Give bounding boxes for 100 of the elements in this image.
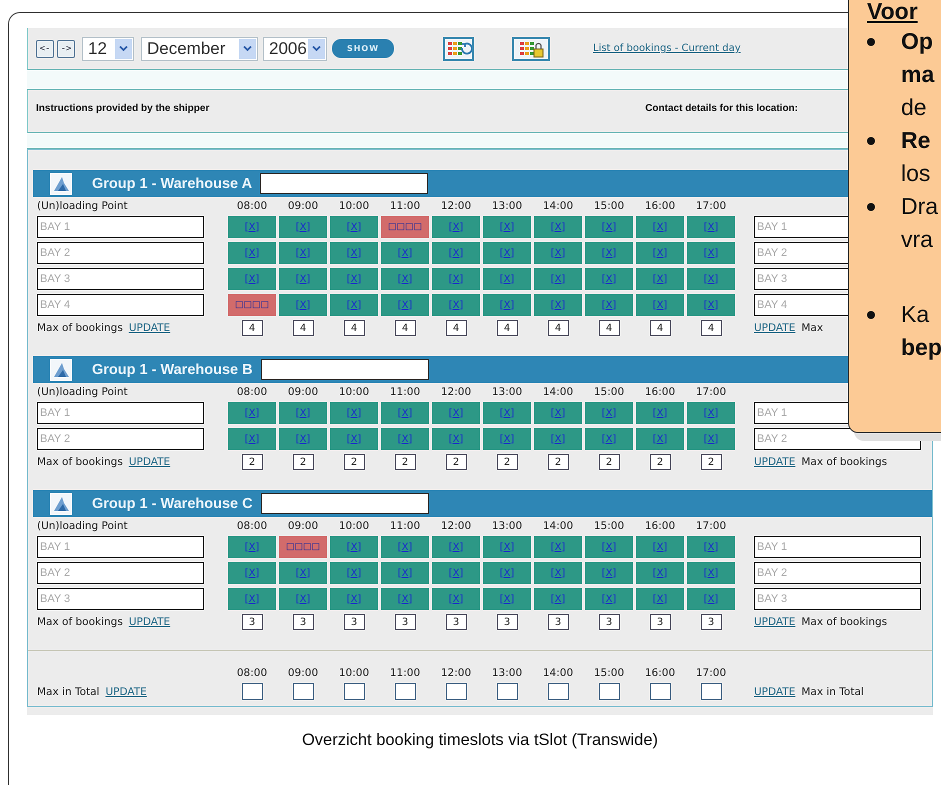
timeslot-cell[interactable]: [X] [534, 588, 582, 610]
max-bookings-field[interactable]: 4 [446, 320, 466, 336]
max-total-field[interactable] [650, 683, 670, 700]
group-name-field[interactable] [260, 173, 428, 194]
booked-slot[interactable]: □□□□ [381, 216, 429, 238]
timeslot-cell[interactable]: [X] [330, 536, 378, 558]
max-bookings-field[interactable]: 2 [446, 454, 466, 470]
max-bookings-field[interactable]: 3 [650, 614, 670, 630]
timeslot-cell[interactable]: [X] [330, 216, 378, 238]
max-total-field[interactable] [446, 683, 466, 700]
timeslot-cell[interactable]: [X] [330, 588, 378, 610]
max-bookings-field[interactable]: 3 [548, 614, 568, 630]
timeslot-cell[interactable]: [X] [534, 562, 582, 584]
max-bookings-field[interactable]: 4 [598, 320, 620, 336]
bay-field[interactable]: BAY 1 [37, 536, 204, 558]
timeslot-cell[interactable]: [X] [228, 268, 276, 290]
timeslot-cell[interactable]: [X] [228, 402, 276, 424]
timeslot-cell[interactable]: [X] [228, 216, 276, 238]
max-bookings-field[interactable]: 2 [344, 454, 364, 470]
timeslot-cell[interactable]: [X] [483, 294, 531, 316]
max-bookings-field[interactable]: 2 [598, 454, 620, 470]
timeslot-cell[interactable]: [X] [330, 562, 378, 584]
timeslot-cell[interactable]: [X] [330, 242, 378, 264]
max-total-field[interactable] [548, 683, 568, 700]
bay-field[interactable]: BAY 2 [754, 562, 921, 584]
timeslot-cell[interactable]: [X] [585, 268, 633, 290]
bay-field[interactable]: BAY 1 [754, 536, 921, 558]
day-select[interactable]: 12 [82, 36, 134, 60]
timeslot-cell[interactable]: [X] [432, 402, 480, 424]
timeslot-cell[interactable]: [X] [687, 402, 735, 424]
bay-field[interactable]: BAY 3 [37, 268, 204, 290]
update-link[interactable]: UPDATE [128, 322, 170, 334]
previous-day-button[interactable]: <- [36, 40, 54, 58]
timeslot-cell[interactable]: [X] [687, 562, 735, 584]
max-bookings-field[interactable]: 2 [496, 454, 518, 470]
timeslot-cell[interactable]: [X] [636, 294, 684, 316]
max-total-field[interactable] [598, 683, 620, 700]
max-bookings-field[interactable]: 3 [344, 614, 364, 630]
max-bookings-field[interactable]: 4 [650, 320, 670, 336]
max-bookings-field[interactable]: 3 [292, 614, 314, 630]
max-total-field[interactable] [700, 683, 722, 700]
max-bookings-field[interactable]: 4 [344, 320, 364, 336]
timeslot-cell[interactable]: [X] [534, 294, 582, 316]
bay-field[interactable]: BAY 3 [37, 588, 204, 610]
max-total-field[interactable] [394, 683, 416, 700]
timeslot-cell[interactable]: [X] [330, 294, 378, 316]
year-select[interactable]: 2006 [263, 36, 327, 60]
timeslot-cell[interactable]: [X] [330, 402, 378, 424]
show-button[interactable]: SHOW [332, 39, 394, 58]
max-total-field[interactable] [292, 683, 314, 700]
max-bookings-field[interactable]: 2 [700, 454, 722, 470]
timeslot-cell[interactable]: [X] [483, 562, 531, 584]
timeslot-cell[interactable]: [X] [483, 588, 531, 610]
timeslot-cell[interactable]: [X] [483, 536, 531, 558]
timeslot-cell[interactable]: [X] [432, 294, 480, 316]
timeslot-cell[interactable]: [X] [636, 268, 684, 290]
bay-field[interactable]: BAY 2 [37, 562, 204, 584]
max-total-field[interactable] [496, 683, 518, 700]
max-total-field[interactable] [344, 683, 364, 700]
timeslot-cell[interactable]: [X] [279, 268, 327, 290]
timeslot-cell[interactable]: [X] [687, 428, 735, 450]
timeslot-cell[interactable]: [X] [432, 268, 480, 290]
timeslot-cell[interactable]: [X] [585, 242, 633, 264]
timeslot-cell[interactable]: [X] [534, 428, 582, 450]
timeslot-cell[interactable]: [X] [636, 428, 684, 450]
booked-slot[interactable]: □□□□ [279, 536, 327, 558]
timeslot-cell[interactable]: [X] [228, 242, 276, 264]
max-bookings-field[interactable]: 2 [650, 454, 670, 470]
timeslot-cell[interactable]: [X] [483, 268, 531, 290]
max-bookings-field[interactable]: 4 [548, 320, 568, 336]
max-bookings-field[interactable]: 3 [700, 614, 722, 630]
timeslot-cell[interactable]: [X] [585, 428, 633, 450]
max-bookings-field[interactable]: 4 [242, 320, 262, 336]
timeslot-cell[interactable]: [X] [228, 562, 276, 584]
timeslot-cell[interactable]: [X] [687, 268, 735, 290]
timeslot-cell[interactable]: [X] [687, 294, 735, 316]
timeslot-cell[interactable]: [X] [381, 242, 429, 264]
timeslot-cell[interactable]: [X] [381, 294, 429, 316]
timeslot-cell[interactable]: [X] [534, 268, 582, 290]
bay-field[interactable]: BAY 2 [37, 428, 204, 450]
timeslot-cell[interactable]: [X] [585, 562, 633, 584]
max-bookings-field[interactable]: 4 [700, 320, 722, 336]
bookings-list-link[interactable]: List of bookings - Current day [593, 43, 741, 54]
group-name-field[interactable] [260, 359, 429, 380]
max-bookings-field[interactable]: 3 [598, 614, 620, 630]
timeslot-cell[interactable]: [X] [432, 428, 480, 450]
max-bookings-field[interactable]: 3 [496, 614, 518, 630]
timeslot-cell[interactable]: [X] [381, 562, 429, 584]
timeslot-cell[interactable]: [X] [483, 428, 531, 450]
refresh-button[interactable] [443, 36, 474, 60]
max-bookings-field[interactable]: 4 [394, 320, 416, 336]
timeslot-cell[interactable]: [X] [381, 536, 429, 558]
timeslot-cell[interactable]: [X] [228, 588, 276, 610]
max-bookings-field[interactable]: 4 [496, 320, 518, 336]
timeslot-cell[interactable]: [X] [279, 216, 327, 238]
bay-field[interactable]: BAY 3 [754, 588, 921, 610]
timeslot-cell[interactable]: [X] [279, 428, 327, 450]
timeslot-cell[interactable]: [X] [381, 268, 429, 290]
timeslot-cell[interactable]: [X] [483, 242, 531, 264]
update-link[interactable]: UPDATE [128, 616, 170, 628]
